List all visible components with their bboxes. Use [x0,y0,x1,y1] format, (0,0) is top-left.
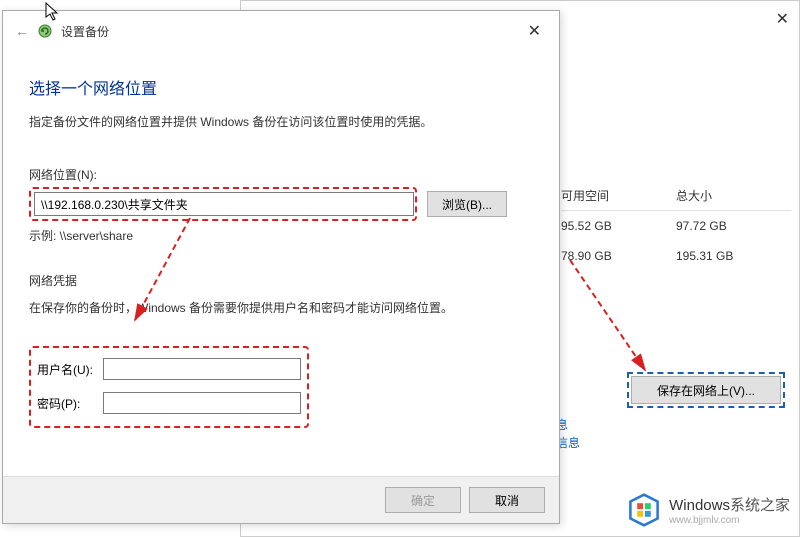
highlight-box: 用户名(U): 密码(P): [29,346,309,428]
ok-button[interactable]: 确定 [385,487,461,513]
highlight-box [29,187,417,221]
close-icon[interactable]: ✕ [522,21,547,41]
dialog-header: ← 设置备份 ✕ [3,11,559,51]
watermark-title: Windows系统之家 [669,494,790,515]
password-label: 密码(P): [37,395,97,412]
network-location-label: 网络位置(N): [29,166,533,183]
table-row[interactable]: 95.52 GB 97.72 GB [561,211,791,241]
cell-total: 97.72 GB [676,219,791,233]
dialog-title: 设置备份 [61,23,109,40]
back-arrow-icon[interactable]: ← [15,23,29,39]
table-row[interactable]: 78.90 GB 195.31 GB [561,241,791,271]
close-icon[interactable]: ✕ [776,9,789,29]
col-total-size: 总大小 [676,187,791,204]
username-label: 用户名(U): [37,361,97,378]
network-location-input[interactable] [34,192,414,216]
backup-icon [37,23,53,39]
example-text: 示例: \\server\share [29,227,533,244]
cancel-button[interactable]: 取消 [469,487,545,513]
watermark: Windows系统之家 www.bjjmlv.com [627,493,790,527]
credentials-description: 在保存你的备份时，Windows 备份需要你提供用户名和密码才能访问网络位置。 [29,299,533,316]
watermark-url: www.bjjmlv.com [669,515,790,526]
save-on-network-button[interactable]: 保存在网络上(V)... [631,376,781,404]
dialog-footer: 确定 取消 [3,476,559,523]
credentials-heading: 网络凭据 [29,272,533,289]
table-header: 可用空间 总大小 [561,181,791,211]
col-free-space: 可用空间 [561,187,676,204]
username-input[interactable] [103,358,301,380]
cell-free: 78.90 GB [561,249,676,263]
password-input[interactable] [103,392,301,414]
cell-free: 95.52 GB [561,219,676,233]
windows-logo-icon [627,493,661,527]
cell-total: 195.31 GB [676,249,791,263]
drive-table: 可用空间 总大小 95.52 GB 97.72 GB 78.90 GB 195.… [561,181,791,271]
setup-backup-dialog: ← 设置备份 ✕ 选择一个网络位置 指定备份文件的网络位置并提供 Windows… [2,10,560,524]
browse-button[interactable]: 浏览(B)... [427,191,507,217]
dialog-body: 选择一个网络位置 指定备份文件的网络位置并提供 Windows 备份在访问该位置… [3,51,559,440]
page-heading: 选择一个网络位置 [29,75,533,99]
description-text: 指定备份文件的网络位置并提供 Windows 备份在访问该位置时使用的凭据。 [29,113,533,130]
